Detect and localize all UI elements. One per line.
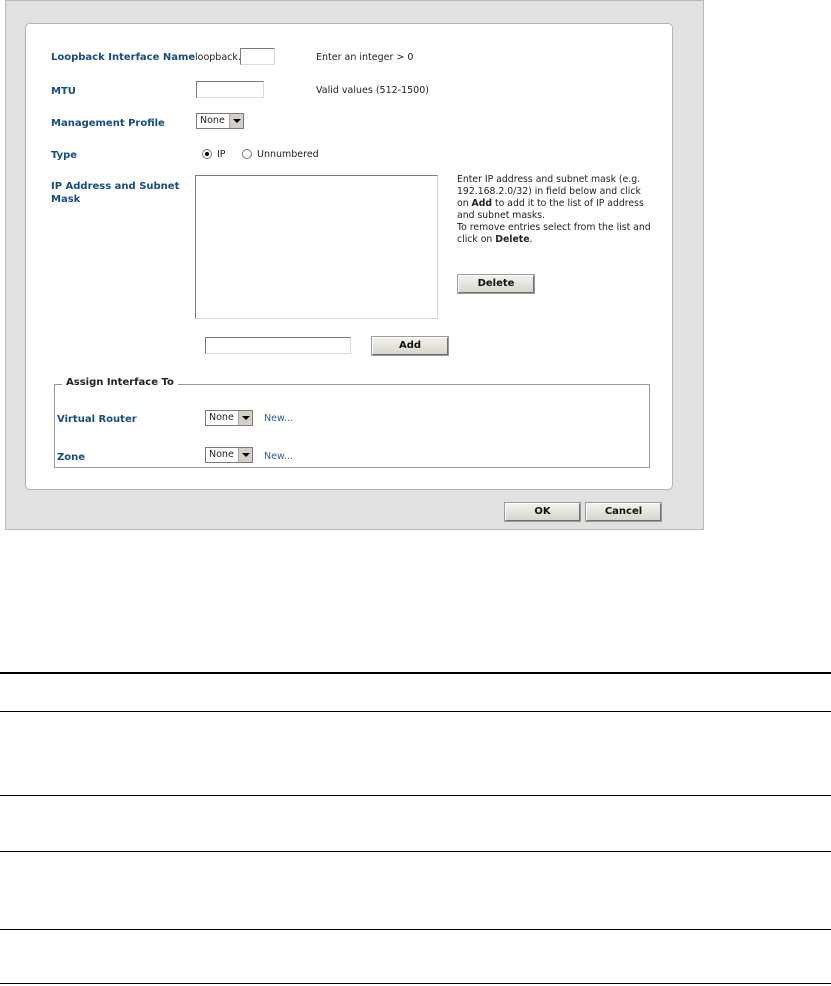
cancel-button[interactable]: Cancel [585,502,662,522]
add-button[interactable]: Add [371,336,449,356]
ip-address-label: IP Address and Subnet Mask [51,181,180,205]
zone-value: None [209,449,234,460]
loopback-hint: Enter an integer > 0 [316,52,414,63]
chevron-down-icon [229,114,243,128]
delete-button[interactable]: Delete [457,274,535,294]
assign-interface-group: Assign Interface To Virtual Router None … [54,377,650,468]
loopback-prefix: loopback. [195,52,241,63]
help-text-add: Add [471,198,493,209]
zone-select[interactable]: None [205,447,253,463]
help-text-3: To remove entries select from the list a… [457,222,651,245]
zone-new-link[interactable]: New... [264,451,293,462]
type-label: Type [51,150,78,161]
table-row-rule [0,983,831,984]
table-row-rule [0,851,831,852]
mtu-hint: Valid values (512-1500) [316,85,429,96]
type-unnumbered-label: Unnumbered [257,149,319,160]
mtu-input[interactable] [196,81,264,98]
ip-address-input[interactable] [205,337,351,354]
loopback-name-label: Loopback Interface Name [51,52,196,63]
help-text-4: . [529,234,533,245]
management-profile-value: None [200,115,225,126]
virtual-router-new-link[interactable]: New... [264,413,293,424]
table-top-rule [0,672,831,674]
loopback-number-input[interactable] [240,48,275,65]
dialog-screenshot: Loopback Interface Name loopback. Enter … [5,0,704,530]
management-profile-label: Management Profile [51,118,165,129]
management-profile-select[interactable]: None [196,113,244,129]
virtual-router-label: Virtual Router [57,414,137,425]
loopback-config-panel: Loopback Interface Name loopback. Enter … [25,23,673,490]
type-ip-label: IP [217,149,226,160]
ok-button[interactable]: OK [504,502,581,522]
type-ip-radio[interactable] [202,149,212,159]
ip-address-help: Enter IP address and subnet mask (e.g. 1… [457,174,652,246]
assign-interface-legend: Assign Interface To [62,377,178,388]
table-row-rule [0,929,831,930]
type-unnumbered-radio[interactable] [242,149,252,159]
virtual-router-value: None [209,412,234,423]
chevron-down-icon [238,448,252,462]
help-text-delete: Delete [495,234,530,245]
chevron-down-icon [238,411,252,425]
virtual-router-select[interactable]: None [205,410,253,426]
ip-address-list[interactable] [195,175,438,319]
zone-label: Zone [57,452,86,463]
table-row-rule [0,795,831,796]
table-row-rule [0,711,831,712]
mtu-label: MTU [51,86,76,97]
